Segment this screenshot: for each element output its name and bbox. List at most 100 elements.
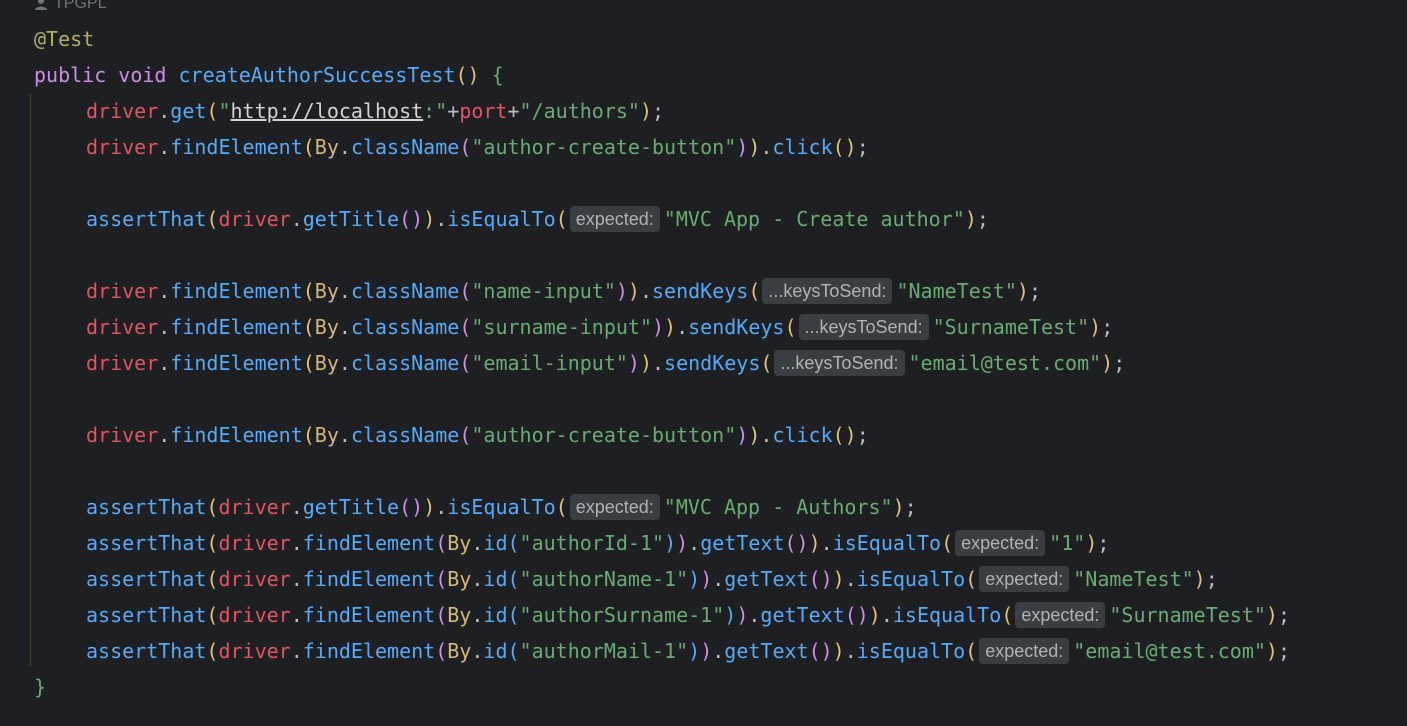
string-literal: email@test.com (1085, 639, 1254, 663)
driver-token: driver (218, 603, 291, 627)
assert-that-token: assertThat (86, 567, 207, 591)
by-class-token: By (314, 351, 339, 375)
string-literal: surname-input (483, 315, 640, 339)
string-literal: MVC App - Authors (675, 495, 881, 519)
string-literal: authorSurname-1 (531, 603, 713, 627)
assert-that-token: assertThat (86, 639, 207, 663)
class-name-token: className (350, 351, 460, 375)
method-name-token: createAuthorSuccessTest (178, 63, 456, 87)
driver-token: driver (86, 351, 159, 375)
code-line-2[interactable]: public void createAuthorSuccessTest() { (34, 60, 504, 90)
driver-token: driver (86, 423, 159, 447)
param-hint-keys: ...keysToSend: (774, 350, 905, 376)
driver-token: driver (86, 99, 159, 123)
get-title-token: getTitle (302, 495, 400, 519)
get-token: get (170, 99, 207, 123)
is-equal-to-token: isEqualTo (856, 639, 966, 663)
author-name: TPGPL (54, 0, 107, 12)
string-literal: name-input (483, 279, 604, 303)
get-title-token: getTitle (302, 207, 400, 231)
find-element-token: findElement (170, 279, 303, 303)
driver-token: driver (86, 315, 159, 339)
code-line-3[interactable]: driver.get("http://localhost:"+port+"/au… (86, 96, 664, 126)
is-equal-to-token: isEqualTo (892, 603, 1002, 627)
find-element-token: findElement (302, 531, 436, 555)
param-hint-expected: expected: (569, 206, 660, 232)
code-line-9[interactable]: driver.findElement(By.className("surname… (86, 312, 1113, 342)
string-literal: author-create-button (483, 423, 725, 447)
by-class-token: By (314, 315, 339, 339)
url-link[interactable]: http://localhost (231, 99, 424, 123)
code-line-17[interactable]: assertThat(driver.findElement(By.id("aut… (86, 600, 1290, 630)
is-equal-to-token: isEqualTo (447, 495, 556, 519)
assert-that-token: assertThat (86, 531, 207, 555)
code-line-19[interactable]: } (34, 672, 46, 702)
driver-token: driver (86, 135, 159, 159)
get-text-token: getText (724, 639, 809, 663)
id-token: id (483, 531, 508, 555)
param-hint-keys: ...keysToSend: (798, 314, 929, 340)
driver-token: driver (218, 639, 291, 663)
code-line-1[interactable]: @Test (34, 24, 94, 54)
driver-token: driver (218, 495, 291, 519)
find-element-token: findElement (302, 567, 436, 591)
param-hint-expected: expected: (1015, 602, 1106, 628)
find-element-token: findElement (302, 639, 436, 663)
driver-token: driver (218, 531, 291, 555)
code-line-10[interactable]: driver.findElement(By.className("email-i… (86, 348, 1125, 378)
string-literal: authorId-1 (531, 531, 653, 555)
annotation-token: @Test (34, 27, 95, 51)
driver-token: driver (218, 567, 291, 591)
return-type-token: void (118, 63, 167, 87)
get-text-token: getText (760, 603, 845, 627)
code-line-16[interactable]: assertThat(driver.findElement(By.id("aut… (86, 564, 1218, 594)
string-literal: email-input (483, 351, 616, 375)
is-equal-to-token: isEqualTo (832, 531, 942, 555)
code-line-4[interactable]: driver.findElement(By.className("author-… (86, 132, 869, 162)
indent-guide (30, 94, 31, 666)
find-element-token: findElement (170, 135, 303, 159)
by-class-token: By (447, 639, 472, 663)
code-line-15[interactable]: assertThat(driver.findElement(By.id("aut… (86, 528, 1109, 558)
find-element-token: findElement (170, 423, 303, 447)
code-line-14[interactable]: assertThat(driver.getTitle()).isEqualTo(… (86, 492, 917, 522)
by-class-token: By (314, 423, 339, 447)
code-line-8[interactable]: driver.findElement(By.className("name-in… (86, 276, 1041, 306)
class-name-token: className (350, 423, 460, 447)
is-equal-to-token: isEqualTo (447, 207, 556, 231)
string-literal: author-create-button (483, 135, 725, 159)
assert-that-token: assertThat (86, 495, 207, 519)
class-name-token: className (350, 135, 460, 159)
string-literal: NameTest (1085, 567, 1182, 591)
brace-open-token: { (491, 63, 504, 87)
string-literal: 1 (1061, 531, 1074, 555)
by-class-token: By (447, 603, 472, 627)
driver-token: driver (86, 279, 159, 303)
string-literal: NameTest (908, 279, 1005, 303)
is-equal-to-token: isEqualTo (856, 567, 966, 591)
click-token: click (772, 423, 833, 447)
param-hint-expected: expected: (979, 638, 1070, 664)
url-colon-token: : (423, 99, 436, 123)
string-literal: email@test.com (920, 351, 1090, 375)
code-line-12[interactable]: driver.findElement(By.className("author-… (86, 420, 869, 450)
param-hint-keys: ...keysToSend: (762, 278, 893, 304)
param-hint-expected: expected: (569, 494, 660, 520)
by-class-token: By (314, 279, 339, 303)
send-keys-token: sendKeys (652, 279, 749, 303)
string-literal: MVC App - Create author (675, 207, 953, 231)
param-hint-expected: expected: (979, 566, 1070, 592)
get-text-token: getText (724, 567, 809, 591)
code-author-hint[interactable]: TPGPL (34, 0, 106, 14)
param-hint-expected: expected: (955, 530, 1046, 556)
assert-that-token: assertThat (86, 603, 207, 627)
send-keys-token: sendKeys (664, 351, 761, 375)
send-keys-token: sendKeys (688, 315, 785, 339)
class-name-token: className (350, 315, 460, 339)
id-token: id (483, 639, 508, 663)
code-editor[interactable]: TPGPL @Test public void createAuthorSucc… (0, 0, 1407, 726)
driver-token: driver (218, 207, 291, 231)
code-line-6[interactable]: assertThat(driver.getTitle()).isEqualTo(… (86, 204, 989, 234)
code-line-18[interactable]: assertThat(driver.findElement(By.id("aut… (86, 636, 1290, 666)
port-token: port (459, 99, 508, 123)
